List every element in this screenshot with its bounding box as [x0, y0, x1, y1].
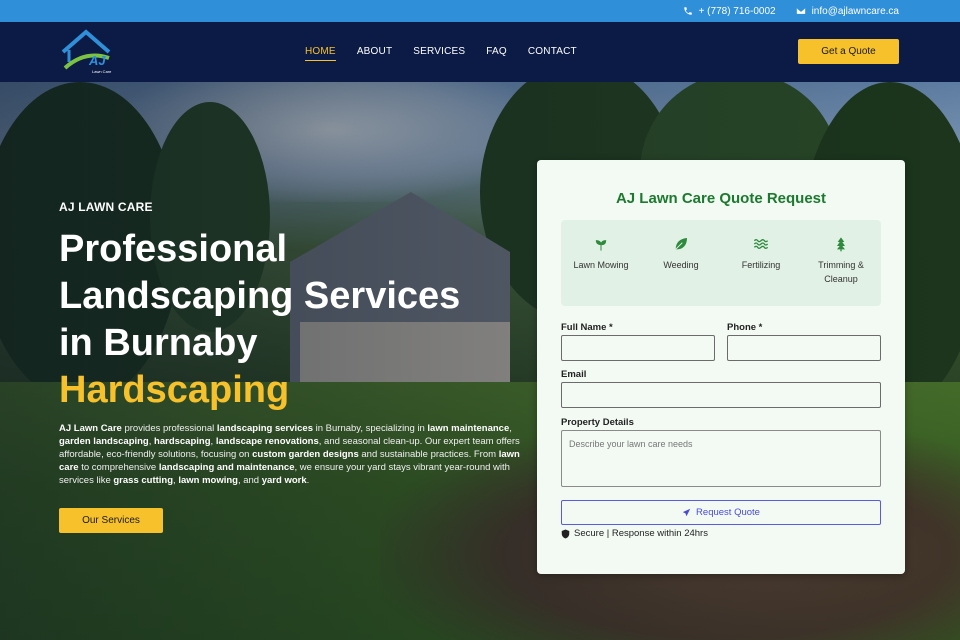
description-segment: landscaping services	[216, 423, 313, 434]
full-name-label: Full Name *	[561, 322, 613, 333]
nav-contact[interactable]: CONTACT	[528, 46, 577, 61]
description-segment: landscaping and maintenance	[158, 462, 295, 473]
email-contact[interactable]: info@ajlawncare.ca	[796, 6, 899, 17]
description-segment: , and	[237, 475, 262, 486]
nav-home[interactable]: HOME	[305, 46, 336, 61]
nav-about[interactable]: ABOUT	[357, 46, 392, 61]
description-segment: provides professional	[121, 423, 217, 434]
phone-contact[interactable]: + (778) 716-0002	[683, 6, 776, 17]
top-contact-bar: + (778) 716-0002 info@ajlawncare.ca	[0, 0, 960, 22]
service-trimming-cleanup[interactable]: Trimming & Cleanup	[806, 236, 876, 306]
our-services-button[interactable]: Our Services	[59, 508, 163, 533]
form-title: AJ Lawn Care Quote Request	[615, 190, 827, 207]
phone-icon	[683, 7, 692, 15]
nav-services[interactable]: SERVICES	[413, 46, 465, 61]
description-segment: .	[306, 475, 310, 486]
leaf-icon	[675, 238, 687, 250]
property-details-textarea[interactable]: Describe your lawn care needs	[561, 430, 881, 487]
phone-label: Phone *	[727, 322, 763, 333]
hero-eyebrow: AJ LAWN CARE	[59, 200, 153, 214]
shield-icon	[561, 529, 570, 538]
secure-text: Secure | Response within 24hrs	[574, 528, 708, 539]
description-segment: grass cutting	[113, 475, 174, 486]
site-logo[interactable]: AJ Lawn Care	[59, 28, 113, 76]
secure-note: Secure | Response within 24hrs	[561, 528, 708, 539]
service-label: Fertilizing	[741, 260, 781, 270]
email-address: info@ajlawncare.ca	[811, 5, 899, 17]
description-segment: AJ Lawn Care	[59, 423, 122, 434]
headline-accent: Hardscaping	[59, 369, 290, 411]
description-segment: lawn maintenance	[427, 423, 510, 434]
email-field[interactable]	[561, 382, 881, 408]
service-fertilizing[interactable]: Fertilizing	[726, 236, 796, 306]
svg-text:Lawn Care: Lawn Care	[92, 69, 112, 74]
description-segment: hardscaping	[154, 436, 211, 447]
hero-headline: Professional Landscaping Services in Bur…	[59, 226, 539, 414]
quote-request-form: AJ Lawn Care Quote Request Lawn Mowing W…	[537, 160, 905, 574]
site-header: AJ Lawn Care HOME ABOUT SERVICES FAQ CON…	[0, 22, 960, 82]
description-segment: and sustainable practices. From	[358, 449, 499, 460]
envelope-icon	[796, 8, 805, 14]
description-segment: garden landscaping	[59, 436, 149, 447]
description-segment: to comprehensive	[78, 462, 159, 473]
full-name-field[interactable]	[561, 335, 715, 361]
seedling-icon	[595, 240, 607, 251]
service-lawn-mowing[interactable]: Lawn Mowing	[566, 236, 636, 306]
description-segment: lawn mowing	[178, 475, 238, 486]
description-segment: custom garden designs	[252, 449, 359, 460]
request-quote-label: Request Quote	[696, 507, 760, 518]
service-label: Trimming & Cleanup	[818, 260, 864, 284]
service-label: Lawn Mowing	[573, 260, 629, 270]
property-details-label: Property Details	[561, 417, 634, 428]
email-label: Email	[561, 369, 587, 380]
description-segment: ,	[509, 423, 512, 434]
main-nav: HOME ABOUT SERVICES FAQ CONTACT	[305, 46, 577, 61]
house-logo-icon: AJ Lawn Care	[61, 29, 112, 74]
paper-plane-icon	[682, 508, 691, 517]
phone-field[interactable]	[727, 335, 881, 361]
headline-line: Landscaping Services	[59, 275, 461, 317]
description-segment: in Burnaby, specializing in	[313, 423, 428, 434]
phone-number: + (778) 716-0002	[698, 5, 776, 17]
get-quote-button[interactable]: Get a Quote	[798, 39, 899, 64]
headline-line: Professional	[59, 228, 288, 270]
description-segment: yard work	[261, 475, 307, 486]
water-icon	[753, 239, 769, 249]
tree-icon	[837, 237, 845, 252]
service-label: Weeding	[663, 260, 699, 270]
request-quote-button[interactable]: Request Quote	[561, 500, 881, 525]
service-options: Lawn Mowing Weeding Fertilizing Trimming…	[561, 220, 881, 306]
hero-description: AJ Lawn Care provides professional lands…	[59, 422, 524, 487]
headline-line: in Burnaby	[59, 322, 258, 364]
service-weeding[interactable]: Weeding	[646, 236, 716, 306]
nav-faq[interactable]: FAQ	[486, 46, 507, 61]
description-segment: landscape renovations	[215, 436, 319, 447]
svg-text:AJ: AJ	[88, 53, 106, 68]
